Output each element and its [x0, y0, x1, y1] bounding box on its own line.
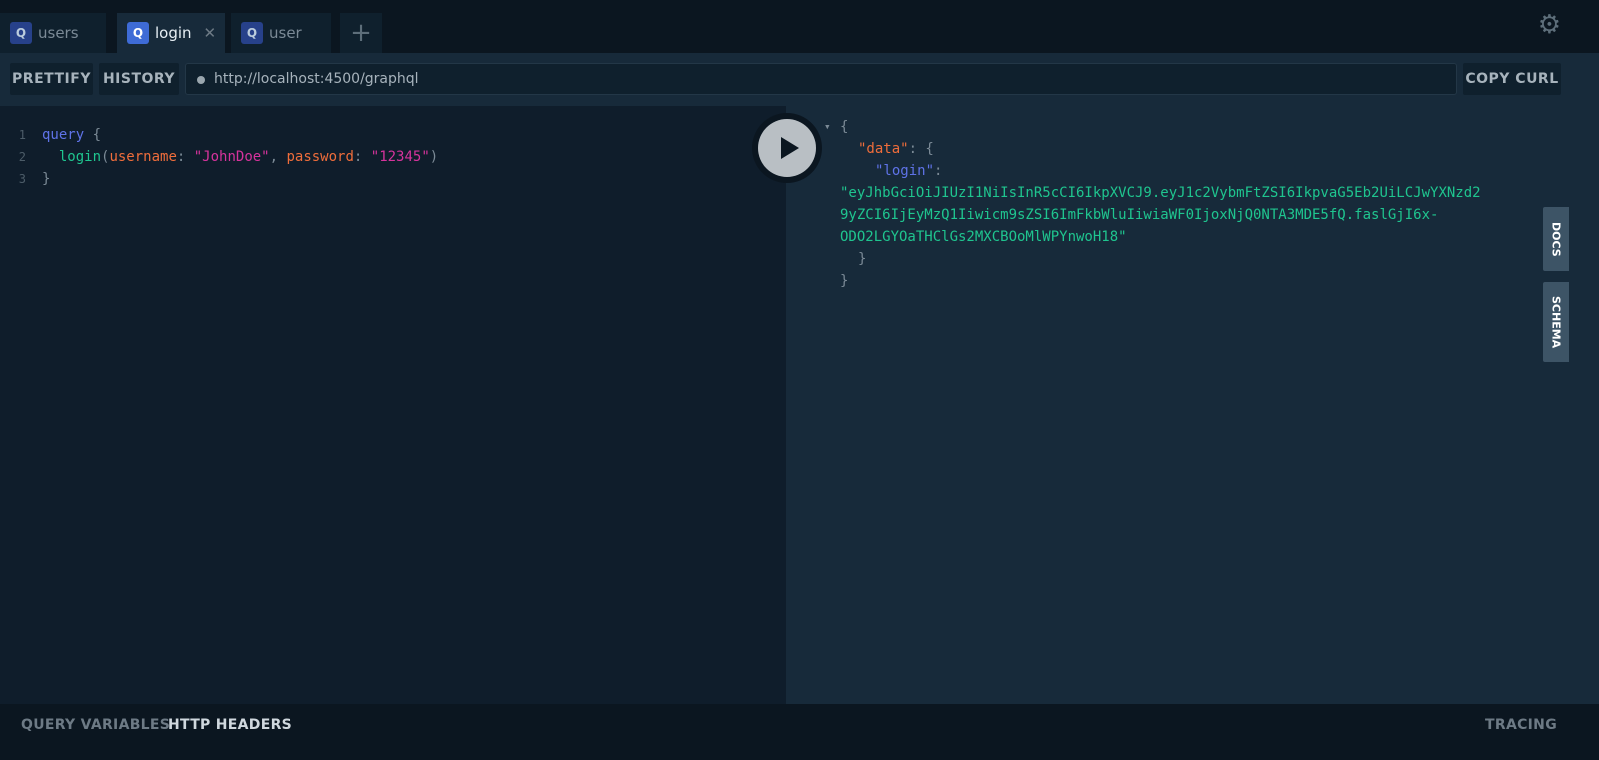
query-variables-tab[interactable]: QUERY VARIABLES	[21, 717, 170, 733]
tab-label: users	[38, 24, 79, 42]
close-icon[interactable]: ✕	[204, 24, 217, 42]
line-number: 3	[18, 172, 26, 186]
json-brace: }	[840, 273, 849, 289]
json-brace: }	[858, 251, 867, 267]
collapse-arrow-icon[interactable]: ▾	[824, 120, 831, 133]
tab-users[interactable]: Qusers	[0, 13, 106, 53]
endpoint-url: http://localhost:4500/graphql	[214, 71, 419, 87]
query-editor[interactable]: 1 query { 2 login(username: "JohnDoe", pa…	[0, 106, 786, 704]
code-punct: (	[101, 149, 110, 165]
query-icon: Q	[10, 22, 32, 44]
docs-tab[interactable]: DOCS	[1543, 207, 1569, 271]
execute-query-button[interactable]	[752, 113, 822, 183]
json-punct: :	[934, 163, 943, 179]
code-keyword: query	[42, 127, 85, 143]
copy-curl-button[interactable]: COPY CURL	[1463, 63, 1561, 95]
tab-bar: Qusers Qlogin ✕ Quser + ⚙	[0, 0, 1599, 53]
gear-icon[interactable]: ⚙	[1538, 10, 1561, 40]
json-punct: : {	[908, 141, 934, 157]
json-brace: {	[840, 119, 849, 135]
prettify-button[interactable]: PRETTIFY	[10, 63, 93, 95]
code-punct: :	[353, 149, 371, 165]
history-button[interactable]: HISTORY	[99, 63, 179, 95]
tab-label: login	[155, 24, 192, 42]
code-punct: :	[176, 149, 194, 165]
code-punct: }	[42, 171, 51, 187]
line-number: 2	[18, 150, 26, 164]
code-field: login	[58, 149, 102, 165]
json-token-value: "eyJhbGciOiJIUzI1NiIsInR5cCI6IkpXVCJ9.ey…	[840, 185, 1481, 201]
code-punct: {	[84, 127, 102, 143]
status-dot-icon	[197, 76, 205, 84]
code-arg: username	[109, 149, 177, 165]
result-panel: ▾ { "data": { "login": "eyJhbGciOiJIUzI1…	[786, 106, 1599, 704]
http-headers-tab[interactable]: HTTP HEADERS	[168, 717, 292, 733]
tracing-tab[interactable]: TRACING	[1485, 717, 1557, 733]
tab-login[interactable]: Qlogin ✕	[117, 13, 225, 53]
json-token-value: ODO2LGYOaTHClGs2MXCBOoMlWPYnwoH18"	[840, 229, 1127, 245]
code-punct: ,	[269, 149, 287, 165]
new-tab-button[interactable]: +	[340, 13, 382, 53]
query-icon: Q	[241, 22, 263, 44]
schema-tab[interactable]: SCHEMA	[1543, 282, 1569, 362]
code-string: "JohnDoe"	[193, 149, 270, 165]
tab-label: user	[269, 24, 302, 42]
code-arg: password	[286, 149, 354, 165]
query-icon: Q	[127, 22, 149, 44]
code-punct: )	[429, 149, 439, 165]
toolbar: PRETTIFY HISTORY http://localhost:4500/g…	[0, 53, 1599, 106]
json-key-login: "login"	[875, 163, 935, 179]
bottom-bar: QUERY VARIABLES HTTP HEADERS TRACING	[0, 704, 1599, 760]
tab-user[interactable]: Quser	[231, 13, 331, 53]
json-token-value: 9yZCI6IjEyMzQ1Iiwicm9sZSI6ImFkbWluIiwiaW…	[840, 207, 1439, 223]
endpoint-url-input[interactable]: http://localhost:4500/graphql	[185, 63, 1457, 95]
code-string: "12345"	[370, 149, 430, 165]
line-number: 1	[18, 128, 26, 142]
json-key-data: "data"	[858, 141, 909, 157]
play-icon	[780, 137, 799, 159]
